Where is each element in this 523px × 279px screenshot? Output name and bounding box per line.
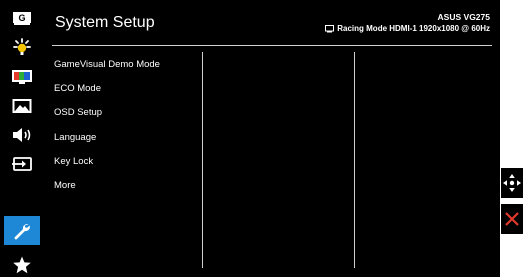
svg-text:G: G	[18, 13, 25, 23]
input-select-icon	[12, 156, 32, 171]
mode-status: Racing Mode HDMI-1 1920x1080 @ 60Hz	[325, 24, 490, 33]
sidebar-item-system-setup[interactable]	[4, 216, 40, 245]
sidebar-item-image[interactable]	[4, 91, 40, 120]
sound-icon	[13, 127, 31, 142]
color-icon	[12, 69, 32, 84]
menu-item-osd-setup[interactable]: OSD Setup	[54, 107, 160, 131]
column-divider-2	[354, 52, 355, 268]
system-setup-menu: GameVisual Demo Mode ECO Mode OSD Setup …	[54, 59, 160, 204]
menu-item-key-lock[interactable]: Key Lock	[54, 156, 160, 180]
exit-key[interactable]	[501, 204, 523, 234]
wrench-icon	[14, 223, 30, 239]
navigate-key[interactable]	[501, 168, 523, 198]
mode-status-text: Racing Mode HDMI-1 1920x1080 @ 60Hz	[337, 24, 490, 33]
move-arrows-icon	[503, 174, 521, 192]
menu-item-eco-mode[interactable]: ECO Mode	[54, 83, 160, 107]
close-icon	[505, 212, 519, 226]
gamevisual-icon: G	[13, 11, 31, 25]
column-divider-1	[202, 52, 203, 268]
sidebar-item-color[interactable]	[4, 62, 40, 91]
sidebar-item-gamevisual[interactable]: G	[4, 4, 40, 33]
star-icon	[13, 256, 31, 273]
main-panel: System Setup ASUS VG275 Racing Mode HDMI…	[44, 0, 500, 277]
sidebar: G	[0, 0, 44, 277]
page-title: System Setup	[55, 14, 155, 31]
sidebar-item-favorite[interactable]	[4, 250, 40, 279]
header-divider	[52, 45, 492, 46]
menu-item-gamevisual-demo-mode[interactable]: GameVisual Demo Mode	[54, 59, 160, 83]
monitor-icon	[325, 24, 335, 33]
sidebar-item-input-select[interactable]	[4, 149, 40, 178]
brightness-icon	[13, 37, 31, 55]
menu-item-more[interactable]: More	[54, 180, 160, 204]
osd-panel: G System Setup ASUS VG275 Racing Mode HD…	[0, 0, 500, 277]
model-name: ASUS VG275	[437, 12, 490, 22]
sidebar-item-sound[interactable]	[4, 120, 40, 149]
image-icon	[12, 98, 32, 113]
sidebar-item-splendid[interactable]	[4, 33, 40, 62]
menu-item-language[interactable]: Language	[54, 132, 160, 156]
